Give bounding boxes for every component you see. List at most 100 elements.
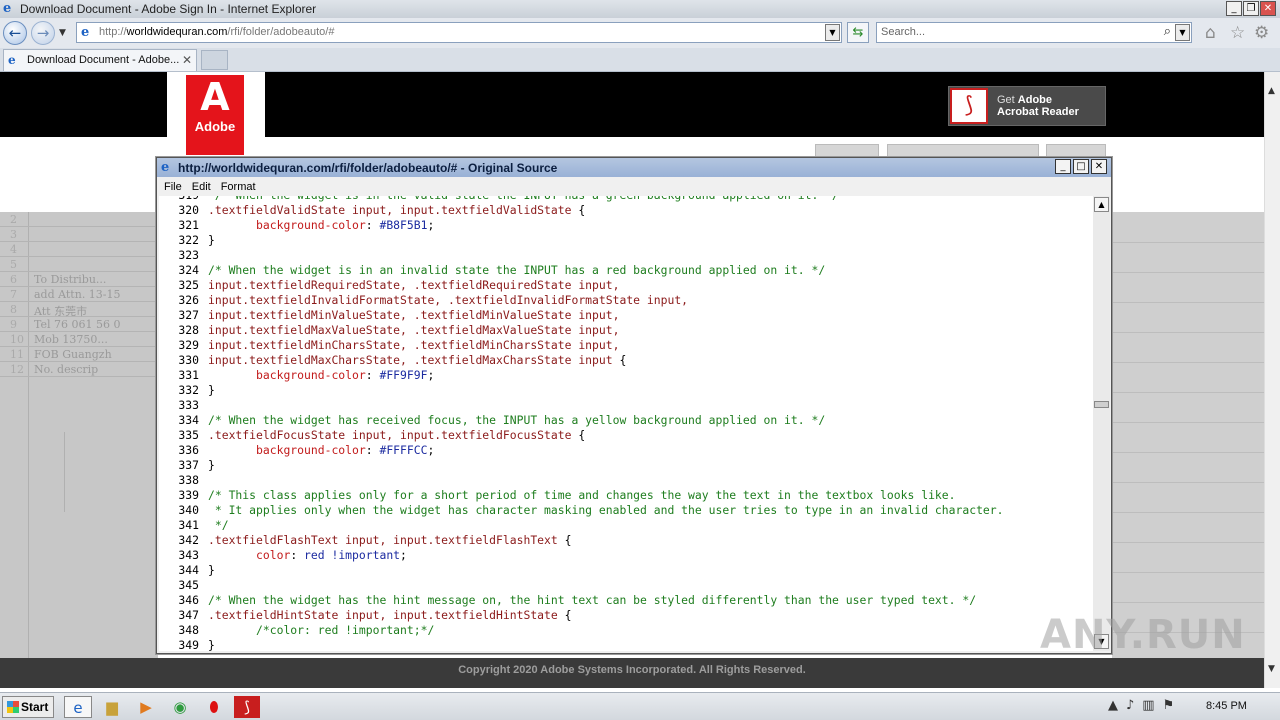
line-number: 349: [178, 638, 199, 651]
window-controls: _ ❐ ✕: [1226, 1, 1276, 16]
code-line: 336 background-color: #FFFFCC;: [159, 443, 1004, 458]
line-number: 326: [178, 293, 199, 307]
code-token: background-color: [256, 368, 366, 382]
refresh-icon[interactable]: ⇆: [847, 22, 869, 43]
sheet-cell: To Distribu...: [34, 273, 107, 286]
code-token: /* When the widget has received focus, t…: [208, 413, 826, 427]
minimize-button[interactable]: _: [1055, 159, 1071, 174]
scroll-thumb[interactable]: [1094, 401, 1109, 408]
code-token: ;: [427, 443, 435, 457]
search-box[interactable]: Search... ⌕ ▼: [876, 22, 1192, 43]
close-button[interactable]: ✕: [1260, 1, 1276, 16]
minimize-button[interactable]: _: [1226, 1, 1242, 16]
code-token: :: [365, 443, 380, 457]
ie-logo-icon: e: [161, 160, 170, 175]
code-token: #B8F5B1: [379, 218, 428, 232]
sheet-row-number: 3: [10, 228, 17, 241]
search-icon[interactable]: ⌕: [1164, 24, 1171, 39]
code-token: background-color: [256, 443, 366, 457]
code-line: 331 background-color: #FF9F9F;: [159, 368, 1004, 383]
code-line: 346 /* When the widget has the hint messa…: [159, 593, 1004, 608]
code-line: 347 .textfieldHintState input, input.text…: [159, 608, 1004, 623]
code-line: 333: [159, 398, 1004, 413]
scroll-down-icon[interactable]: ▼: [1268, 664, 1275, 674]
search-dropdown-icon[interactable]: ▼: [1175, 24, 1190, 41]
sheet-row-number: 7: [10, 288, 17, 301]
volume-icon[interactable]: ♪: [1126, 698, 1134, 713]
menu-file[interactable]: File: [164, 178, 182, 196]
line-number: 331: [178, 368, 199, 382]
sheet-cell: Tel 76 061 56 0: [34, 318, 121, 331]
menu-edit[interactable]: Edit: [192, 178, 211, 196]
code-token: * It applies only when the widget has ch…: [208, 503, 1004, 517]
explorer-folder-icon[interactable]: ▆: [98, 696, 126, 718]
code-token: #FFFFCC: [379, 443, 428, 457]
network-icon[interactable]: ▥: [1142, 698, 1154, 713]
back-arrow-icon[interactable]: ←: [3, 21, 27, 45]
search-placeholder[interactable]: Search...: [881, 26, 925, 38]
sheet-row: 6 To Distribu...: [0, 272, 158, 287]
view-source-window: e http://worldwidequran.com/rfi/folder/a…: [156, 157, 1112, 654]
page-scrollbar[interactable]: ▲ ▼: [1264, 72, 1280, 688]
chrome-icon[interactable]: ◉: [166, 696, 194, 718]
blurred-spreadsheet: 2 3 4 5 6 To Distribu... 7 add Attn. 13-15 8 Att …: [0, 212, 158, 658]
ie-taskbar-icon[interactable]: e: [64, 696, 92, 718]
history-dropdown-icon[interactable]: ▼: [59, 28, 66, 38]
line-number: 345: [178, 578, 199, 592]
line-number: 327: [178, 308, 199, 322]
address-url[interactable]: http://worldwidequran.com/rfi/folder/ado…: [99, 26, 334, 38]
code-token: {: [578, 428, 586, 442]
navigation-bar: ← → ▼ e http://worldwidequran.com/rfi/fo…: [0, 18, 1280, 48]
code-token: /* When the widget is in the valid state…: [208, 196, 839, 202]
window-title-bar: e Download Document - Adobe Sign In - In…: [0, 0, 1280, 18]
line-number: 323: [178, 248, 199, 262]
source-window-title-bar[interactable]: e http://worldwidequran.com/rfi/folder/a…: [157, 158, 1111, 177]
line-number: 333: [178, 398, 199, 412]
code-token: }: [208, 638, 215, 651]
code-token: ;: [427, 368, 435, 382]
address-bar[interactable]: e http://worldwidequran.com/rfi/folder/a…: [76, 22, 842, 43]
source-scrollbar[interactable]: ▲ ▼: [1093, 196, 1110, 651]
line-number: 332: [178, 383, 199, 397]
line-number: 325: [178, 278, 199, 292]
sheet-row: 12 No. descrip: [0, 362, 158, 377]
address-dropdown-icon[interactable]: ▼: [825, 24, 840, 41]
favorites-star-icon[interactable]: ☆: [1230, 23, 1245, 43]
code-line: 332}: [159, 383, 1004, 398]
forward-arrow-icon[interactable]: →: [31, 21, 55, 45]
tab-download-document[interactable]: e Download Document - Adobe... ✕: [3, 49, 197, 71]
tab-ie-icon: e: [8, 53, 16, 67]
gear-icon[interactable]: ⚙: [1254, 23, 1269, 43]
action-center-flag-icon[interactable]: ⚑: [1163, 698, 1175, 713]
line-number: 329: [178, 338, 199, 352]
restore-button[interactable]: ❐: [1243, 1, 1259, 16]
scroll-up-icon[interactable]: ▲: [1268, 86, 1275, 96]
maximize-button[interactable]: □: [1073, 159, 1089, 174]
media-player-icon[interactable]: ▶: [132, 696, 160, 718]
code-line: 320 .textfieldValidState input, input.tex…: [159, 203, 1004, 218]
get-acrobat-reader-button[interactable]: ⟆ Get Adobe Acrobat Reader: [948, 86, 1106, 126]
acrobat-taskbar-icon[interactable]: ⟆: [234, 696, 260, 718]
code-token: color: [256, 548, 291, 562]
sheet-row: 7 add Attn. 13-15: [0, 287, 158, 302]
menu-format[interactable]: Format: [221, 178, 256, 196]
start-button[interactable]: Start: [2, 696, 54, 718]
source-code-view[interactable]: 319 /* When the widget is in the valid s…: [159, 196, 1093, 651]
clock[interactable]: 8:45 PM: [1206, 700, 1247, 712]
code-token: ;: [427, 218, 435, 232]
close-button[interactable]: ✕: [1091, 159, 1107, 174]
tray-arrow-icon[interactable]: ▲: [1108, 698, 1118, 713]
tab-close-icon[interactable]: ✕: [182, 53, 192, 67]
code-token: /*color: red !important;*/: [256, 623, 435, 637]
opera-icon[interactable]: ⬮: [200, 696, 228, 718]
code-line: 326 input.textfieldInvalidFormatState, .t…: [159, 293, 1004, 308]
sheet-row: 8 Att 东莞市: [0, 302, 158, 318]
new-tab-button[interactable]: [201, 50, 228, 70]
line-number: 319: [159, 196, 199, 203]
taskbar: Start e ▆ ▶ ◉ ⬮ ⟆ ▲ ♪ ▥ ⚑ 8:45 PM: [0, 692, 1280, 720]
code-token: background-color: [256, 218, 366, 232]
home-icon[interactable]: ⌂: [1205, 23, 1216, 43]
scroll-up-icon[interactable]: ▲: [1094, 197, 1109, 212]
sheet-row-number: 11: [10, 348, 24, 361]
